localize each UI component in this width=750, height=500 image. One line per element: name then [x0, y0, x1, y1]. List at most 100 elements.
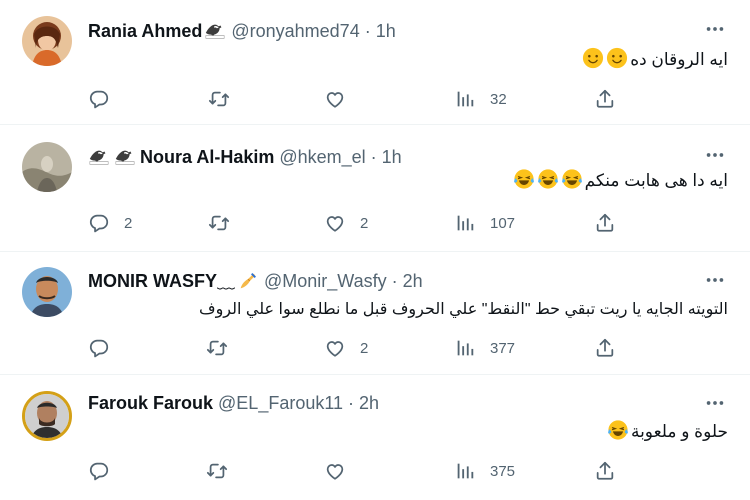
- name-suffix: ﹏: [217, 272, 235, 292]
- reply-button[interactable]: [88, 460, 124, 482]
- like-count: 2: [360, 214, 369, 232]
- timestamp[interactable]: 1h: [382, 147, 402, 168]
- tears-of-joy-icon: [561, 168, 583, 195]
- user-handle[interactable]: @Monir_Wasfy: [264, 271, 387, 292]
- separator: ·: [391, 270, 398, 291]
- like-count: 2: [360, 339, 369, 357]
- views-button[interactable]: 107: [454, 212, 515, 234]
- tweet[interactable]: MONIR WASFY ﹏ @Monir_Wasfy · 2h التويته …: [0, 253, 750, 375]
- avatar[interactable]: [22, 142, 72, 192]
- share-button[interactable]: [594, 212, 616, 234]
- tweet-text-body: التويته الجايه يا ريت تبقي حط "النقط" عل…: [198, 301, 728, 318]
- tweet-actions: 2 377: [88, 337, 620, 359]
- view-count: 32: [490, 90, 507, 108]
- avatar[interactable]: [22, 16, 72, 66]
- tears-of-joy-icon: [513, 168, 535, 195]
- tweet-text: ايه دا هى هابت منكم: [513, 168, 728, 194]
- bar-chart-icon: [454, 337, 476, 359]
- reply-button[interactable]: [88, 337, 124, 359]
- retweet-button[interactable]: [206, 460, 242, 482]
- eagle-icon: [204, 20, 226, 42]
- retweet-icon: [208, 88, 230, 110]
- bar-chart-icon: [454, 88, 476, 110]
- user-handle[interactable]: @EL_Farouk11: [218, 393, 343, 414]
- share-button[interactable]: [594, 460, 616, 482]
- share-icon: [594, 337, 616, 359]
- avatar[interactable]: [22, 267, 72, 317]
- share-icon: [594, 88, 616, 110]
- views-button[interactable]: 32: [454, 88, 507, 110]
- separator: ·: [364, 20, 371, 41]
- bar-chart-icon: [454, 460, 476, 482]
- tweet[interactable]: Rania Ahmed @ronyahmed74 · 1h ايه الروقا…: [0, 0, 750, 125]
- reply-button[interactable]: 2: [88, 212, 132, 234]
- retweet-button[interactable]: [208, 88, 244, 110]
- slightly-smiling-face-icon: [606, 47, 628, 74]
- tweet-text: ايه الروقان ده: [582, 46, 728, 74]
- tweet-text-body: ايه الروقان ده: [630, 50, 728, 69]
- display-name[interactable]: Farouk Farouk: [88, 393, 213, 414]
- like-button[interactable]: 2: [324, 337, 368, 359]
- tweet-text: التويته الجايه يا ريت تبقي حط "النقط" عل…: [199, 297, 728, 321]
- like-button[interactable]: [324, 460, 360, 482]
- tweet-header: Rania Ahmed @ronyahmed74 · 1h: [88, 20, 396, 42]
- tweet-actions: 32: [88, 88, 620, 110]
- view-count: 107: [490, 214, 516, 232]
- timestamp[interactable]: 2h: [359, 393, 379, 414]
- view-count: 375: [490, 462, 516, 480]
- retweet-icon: [206, 337, 228, 359]
- timestamp[interactable]: 1h: [376, 21, 396, 42]
- reply-icon: [88, 460, 110, 482]
- avatar[interactable]: [22, 391, 72, 441]
- tweet-header: Farouk Farouk @EL_Farouk11 · 2h: [88, 392, 379, 414]
- heart-icon: [324, 460, 346, 482]
- more-icon[interactable]: [704, 269, 726, 291]
- share-icon: [594, 212, 616, 234]
- timestamp[interactable]: 2h: [403, 271, 423, 292]
- share-button[interactable]: [594, 337, 616, 359]
- view-count: 377: [490, 339, 516, 357]
- retweet-icon: [206, 460, 228, 482]
- eagle-icon: [88, 146, 110, 168]
- retweet-button[interactable]: [208, 212, 244, 234]
- like-button[interactable]: [324, 88, 360, 110]
- reply-icon: [88, 88, 110, 110]
- user-handle[interactable]: @ronyahmed74: [231, 21, 359, 42]
- display-name[interactable]: Rania Ahmed: [88, 21, 202, 42]
- tears-of-joy-icon: [607, 419, 629, 446]
- retweet-icon: [208, 212, 230, 234]
- reply-button[interactable]: [88, 88, 124, 110]
- writing-hand-icon: [237, 270, 259, 292]
- tweet-header: Noura Al-Hakim @hkem_el · 1h: [88, 146, 402, 168]
- share-icon: [594, 460, 616, 482]
- display-name[interactable]: MONIR WASFY: [88, 271, 217, 292]
- like-button[interactable]: 2: [324, 212, 368, 234]
- tweet-text: حلوة و ملعوبة: [607, 419, 728, 445]
- reply-count: 2: [124, 214, 133, 232]
- views-button[interactable]: 375: [454, 460, 515, 482]
- tweet-actions: 2 2 107: [88, 212, 620, 234]
- user-handle[interactable]: @hkem_el: [279, 147, 365, 168]
- tweet-actions: 375: [88, 460, 620, 482]
- heart-icon: [324, 212, 346, 234]
- more-icon[interactable]: [704, 144, 726, 166]
- share-button[interactable]: [594, 88, 616, 110]
- separator: ·: [348, 392, 355, 413]
- tweet-text-body: حلوة و ملعوبة: [630, 422, 728, 441]
- more-icon[interactable]: [704, 392, 726, 414]
- reply-icon: [88, 212, 110, 234]
- retweet-button[interactable]: [206, 337, 242, 359]
- tweet[interactable]: Farouk Farouk @EL_Farouk11 · 2h حلوة و م…: [0, 376, 750, 500]
- separator: ·: [370, 146, 377, 167]
- bar-chart-icon: [454, 212, 476, 234]
- more-icon[interactable]: [704, 18, 726, 40]
- reply-icon: [88, 337, 110, 359]
- tears-of-joy-icon: [537, 168, 559, 195]
- tweet[interactable]: Noura Al-Hakim @hkem_el · 1h ايه دا هى ه…: [0, 126, 750, 252]
- heart-icon: [324, 88, 346, 110]
- views-button[interactable]: 377: [454, 337, 515, 359]
- display-name[interactable]: Noura Al-Hakim: [140, 147, 274, 168]
- slightly-smiling-face-icon: [582, 47, 604, 74]
- heart-icon: [324, 337, 346, 359]
- tweet-header: MONIR WASFY ﹏ @Monir_Wasfy · 2h: [88, 270, 423, 293]
